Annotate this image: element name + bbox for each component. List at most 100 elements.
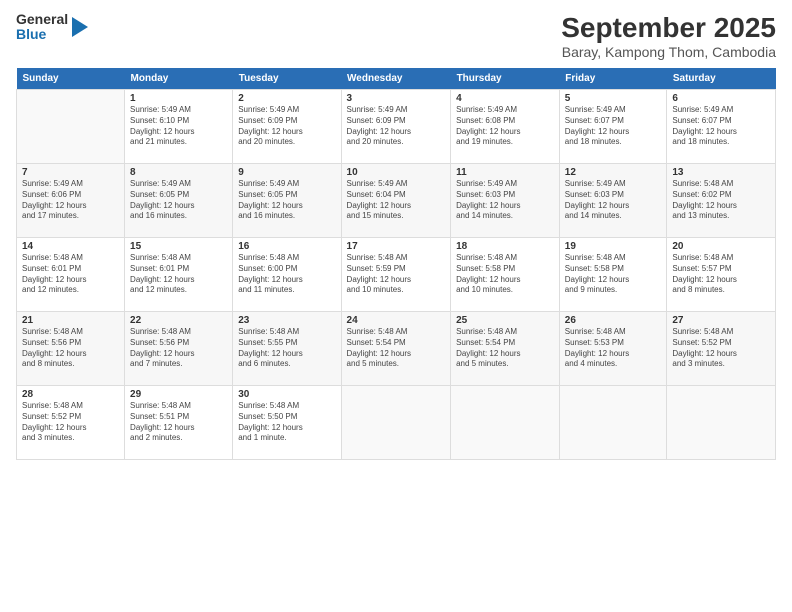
day-number: 14 bbox=[22, 241, 119, 252]
cell-3-2: 15Sunrise: 5:48 AM Sunset: 6:01 PM Dayli… bbox=[125, 238, 233, 312]
cell-3-7: 20Sunrise: 5:48 AM Sunset: 5:57 PM Dayli… bbox=[667, 238, 776, 312]
cell-content: Sunrise: 5:48 AM Sunset: 6:02 PM Dayligh… bbox=[672, 179, 770, 222]
cell-1-5: 4Sunrise: 5:49 AM Sunset: 6:08 PM Daylig… bbox=[451, 90, 560, 164]
week-row-4: 21Sunrise: 5:48 AM Sunset: 5:56 PM Dayli… bbox=[17, 312, 776, 386]
day-number: 28 bbox=[22, 389, 119, 400]
logo: General Blue bbox=[16, 12, 90, 43]
col-monday: Monday bbox=[125, 68, 233, 90]
cell-2-6: 12Sunrise: 5:49 AM Sunset: 6:03 PM Dayli… bbox=[559, 164, 667, 238]
cell-2-5: 11Sunrise: 5:49 AM Sunset: 6:03 PM Dayli… bbox=[451, 164, 560, 238]
cell-content: Sunrise: 5:48 AM Sunset: 5:56 PM Dayligh… bbox=[130, 327, 227, 370]
cell-content: Sunrise: 5:49 AM Sunset: 6:05 PM Dayligh… bbox=[238, 179, 335, 222]
cell-3-4: 17Sunrise: 5:48 AM Sunset: 5:59 PM Dayli… bbox=[341, 238, 451, 312]
cell-1-3: 2Sunrise: 5:49 AM Sunset: 6:09 PM Daylig… bbox=[233, 90, 341, 164]
cell-content: Sunrise: 5:49 AM Sunset: 6:03 PM Dayligh… bbox=[565, 179, 662, 222]
day-number: 26 bbox=[565, 315, 662, 326]
cell-content: Sunrise: 5:49 AM Sunset: 6:07 PM Dayligh… bbox=[565, 105, 662, 148]
cell-1-4: 3Sunrise: 5:49 AM Sunset: 6:09 PM Daylig… bbox=[341, 90, 451, 164]
cell-4-6: 26Sunrise: 5:48 AM Sunset: 5:53 PM Dayli… bbox=[559, 312, 667, 386]
cell-3-3: 16Sunrise: 5:48 AM Sunset: 6:00 PM Dayli… bbox=[233, 238, 341, 312]
cell-4-4: 24Sunrise: 5:48 AM Sunset: 5:54 PM Dayli… bbox=[341, 312, 451, 386]
cell-content: Sunrise: 5:48 AM Sunset: 5:54 PM Dayligh… bbox=[456, 327, 554, 370]
cell-content: Sunrise: 5:49 AM Sunset: 6:06 PM Dayligh… bbox=[22, 179, 119, 222]
day-number: 18 bbox=[456, 241, 554, 252]
cell-content: Sunrise: 5:49 AM Sunset: 6:08 PM Dayligh… bbox=[456, 105, 554, 148]
cell-content: Sunrise: 5:48 AM Sunset: 5:56 PM Dayligh… bbox=[22, 327, 119, 370]
cell-content: Sunrise: 5:49 AM Sunset: 6:04 PM Dayligh… bbox=[347, 179, 446, 222]
cell-5-2: 29Sunrise: 5:48 AM Sunset: 5:51 PM Dayli… bbox=[125, 386, 233, 460]
cell-2-7: 13Sunrise: 5:48 AM Sunset: 6:02 PM Dayli… bbox=[667, 164, 776, 238]
day-number: 30 bbox=[238, 389, 335, 400]
month-title: September 2025 bbox=[561, 12, 776, 44]
logo-text: General Blue bbox=[16, 12, 68, 43]
cell-content: Sunrise: 5:48 AM Sunset: 5:50 PM Dayligh… bbox=[238, 401, 335, 444]
day-number: 23 bbox=[238, 315, 335, 326]
day-number: 21 bbox=[22, 315, 119, 326]
cell-content: Sunrise: 5:48 AM Sunset: 5:52 PM Dayligh… bbox=[672, 327, 770, 370]
cell-5-4 bbox=[341, 386, 451, 460]
day-number: 8 bbox=[130, 167, 227, 178]
subtitle: Baray, Kampong Thom, Cambodia bbox=[561, 44, 776, 60]
day-number: 6 bbox=[672, 93, 770, 104]
day-number: 9 bbox=[238, 167, 335, 178]
title-section: September 2025 Baray, Kampong Thom, Camb… bbox=[561, 12, 776, 60]
cell-3-1: 14Sunrise: 5:48 AM Sunset: 6:01 PM Dayli… bbox=[17, 238, 125, 312]
day-number: 17 bbox=[347, 241, 446, 252]
cell-content: Sunrise: 5:49 AM Sunset: 6:10 PM Dayligh… bbox=[130, 105, 227, 148]
day-number: 3 bbox=[347, 93, 446, 104]
cell-5-6 bbox=[559, 386, 667, 460]
day-number: 10 bbox=[347, 167, 446, 178]
cell-2-3: 9Sunrise: 5:49 AM Sunset: 6:05 PM Daylig… bbox=[233, 164, 341, 238]
cell-3-5: 18Sunrise: 5:48 AM Sunset: 5:58 PM Dayli… bbox=[451, 238, 560, 312]
col-friday: Friday bbox=[559, 68, 667, 90]
day-number: 2 bbox=[238, 93, 335, 104]
col-thursday: Thursday bbox=[451, 68, 560, 90]
cell-content: Sunrise: 5:49 AM Sunset: 6:07 PM Dayligh… bbox=[672, 105, 770, 148]
day-number: 5 bbox=[565, 93, 662, 104]
day-number: 29 bbox=[130, 389, 227, 400]
cell-content: Sunrise: 5:49 AM Sunset: 6:09 PM Dayligh… bbox=[347, 105, 446, 148]
day-number: 4 bbox=[456, 93, 554, 104]
calendar-table: Sunday Monday Tuesday Wednesday Thursday… bbox=[16, 68, 776, 460]
col-saturday: Saturday bbox=[667, 68, 776, 90]
week-row-3: 14Sunrise: 5:48 AM Sunset: 6:01 PM Dayli… bbox=[17, 238, 776, 312]
cell-content: Sunrise: 5:48 AM Sunset: 5:52 PM Dayligh… bbox=[22, 401, 119, 444]
cell-2-4: 10Sunrise: 5:49 AM Sunset: 6:04 PM Dayli… bbox=[341, 164, 451, 238]
cell-5-1: 28Sunrise: 5:48 AM Sunset: 5:52 PM Dayli… bbox=[17, 386, 125, 460]
cell-content: Sunrise: 5:48 AM Sunset: 6:01 PM Dayligh… bbox=[22, 253, 119, 296]
day-number: 13 bbox=[672, 167, 770, 178]
cell-content: Sunrise: 5:48 AM Sunset: 5:51 PM Dayligh… bbox=[130, 401, 227, 444]
week-row-1: 1Sunrise: 5:49 AM Sunset: 6:10 PM Daylig… bbox=[17, 90, 776, 164]
day-number: 24 bbox=[347, 315, 446, 326]
header-row: Sunday Monday Tuesday Wednesday Thursday… bbox=[17, 68, 776, 90]
day-number: 1 bbox=[130, 93, 227, 104]
cell-4-7: 27Sunrise: 5:48 AM Sunset: 5:52 PM Dayli… bbox=[667, 312, 776, 386]
col-tuesday: Tuesday bbox=[233, 68, 341, 90]
cell-1-2: 1Sunrise: 5:49 AM Sunset: 6:10 PM Daylig… bbox=[125, 90, 233, 164]
cell-4-5: 25Sunrise: 5:48 AM Sunset: 5:54 PM Dayli… bbox=[451, 312, 560, 386]
cell-5-5 bbox=[451, 386, 560, 460]
week-row-2: 7Sunrise: 5:49 AM Sunset: 6:06 PM Daylig… bbox=[17, 164, 776, 238]
cell-5-3: 30Sunrise: 5:48 AM Sunset: 5:50 PM Dayli… bbox=[233, 386, 341, 460]
day-number: 12 bbox=[565, 167, 662, 178]
cell-1-6: 5Sunrise: 5:49 AM Sunset: 6:07 PM Daylig… bbox=[559, 90, 667, 164]
cell-content: Sunrise: 5:48 AM Sunset: 5:59 PM Dayligh… bbox=[347, 253, 446, 296]
col-sunday: Sunday bbox=[17, 68, 125, 90]
cell-content: Sunrise: 5:48 AM Sunset: 5:58 PM Dayligh… bbox=[456, 253, 554, 296]
cell-content: Sunrise: 5:49 AM Sunset: 6:05 PM Dayligh… bbox=[130, 179, 227, 222]
cell-1-7: 6Sunrise: 5:49 AM Sunset: 6:07 PM Daylig… bbox=[667, 90, 776, 164]
calendar-page: General Blue September 2025 Baray, Kampo… bbox=[0, 0, 792, 612]
day-number: 11 bbox=[456, 167, 554, 178]
logo-general: General bbox=[16, 12, 68, 27]
cell-5-7 bbox=[667, 386, 776, 460]
day-number: 15 bbox=[130, 241, 227, 252]
day-number: 16 bbox=[238, 241, 335, 252]
logo-blue: Blue bbox=[16, 27, 68, 42]
cell-content: Sunrise: 5:48 AM Sunset: 5:53 PM Dayligh… bbox=[565, 327, 662, 370]
cell-4-1: 21Sunrise: 5:48 AM Sunset: 5:56 PM Dayli… bbox=[17, 312, 125, 386]
week-row-5: 28Sunrise: 5:48 AM Sunset: 5:52 PM Dayli… bbox=[17, 386, 776, 460]
day-number: 20 bbox=[672, 241, 770, 252]
cell-content: Sunrise: 5:49 AM Sunset: 6:03 PM Dayligh… bbox=[456, 179, 554, 222]
cell-4-3: 23Sunrise: 5:48 AM Sunset: 5:55 PM Dayli… bbox=[233, 312, 341, 386]
cell-content: Sunrise: 5:49 AM Sunset: 6:09 PM Dayligh… bbox=[238, 105, 335, 148]
